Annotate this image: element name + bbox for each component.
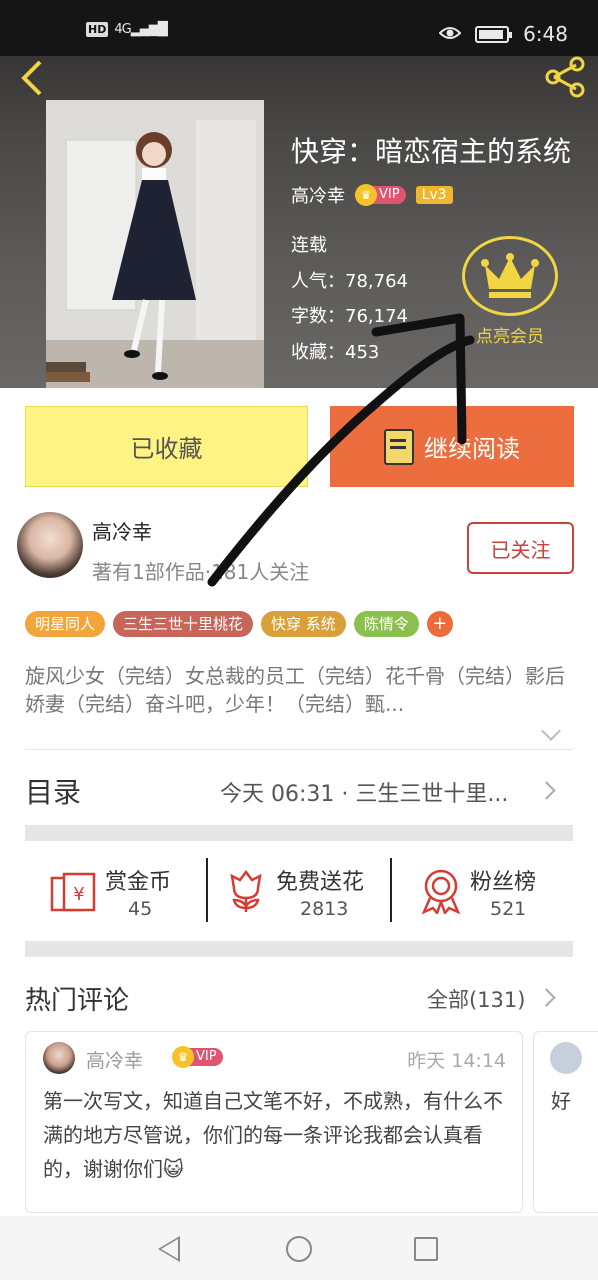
book-detail-content: 已收藏 继续阅读 高冷幸 著有1部作品·181人关注 已关注 明星同人 三生三世… [0, 388, 598, 1216]
book-title: 快穿：暗恋宿主的系统 [291, 135, 572, 168]
network-indicators: HD 4G▂▄▆█ [86, 22, 168, 37]
avatar[interactable] [550, 1042, 582, 1074]
crown-icon [481, 253, 539, 298]
add-tag-button[interactable]: + [426, 611, 453, 637]
section-separator [25, 941, 573, 957]
comment-text: 好 [551, 1089, 571, 1113]
activate-member-button[interactable]: 点亮会员 [460, 236, 560, 347]
tag-list: 明星同人 三生三世十里桃花 快穿 系统 陈情令 + [25, 611, 453, 637]
book-author[interactable]: 高冷幸 [291, 182, 345, 208]
comment-text: 第一次写文，知道自己文笔不好，不成熟，有什么不满的地方尽管说，你们的每一条评论我… [43, 1089, 503, 1181]
free-flower-button[interactable]: 免费送花 2813 [228, 858, 378, 922]
collected-button[interactable]: 已收藏 [25, 406, 308, 487]
chevron-left-icon [21, 60, 42, 96]
tag[interactable]: 明星同人 [25, 611, 106, 637]
chevron-right-icon[interactable] [537, 781, 556, 800]
author-name[interactable]: 高冷幸 [92, 516, 152, 545]
vip-badge: ♛ VIP [172, 1046, 223, 1068]
hot-comments-title: 热门评论 [25, 986, 130, 1016]
share-button[interactable] [542, 54, 588, 100]
comment-card[interactable]: 好 [533, 1031, 598, 1213]
follow-button[interactable]: 已关注 [467, 522, 574, 574]
svg-text:¥: ¥ [73, 884, 84, 905]
nav-recent-apps-button[interactable] [414, 1237, 438, 1261]
reward-coins-button[interactable]: ¥ 赏金币 45 [50, 858, 200, 922]
crown-icon: ♛ [355, 184, 377, 206]
book-stats: 连载 人气：78,764 字数：76,174 收藏：453 [291, 228, 408, 370]
book-status: 连载 [291, 235, 327, 256]
member-crown-circle [462, 236, 558, 316]
flower-icon [230, 869, 262, 912]
status-bar: HD 4G▂▄▆█ 6:48 [0, 0, 598, 56]
status-right: 6:48 [438, 22, 568, 46]
crown-icon: ♛ [172, 1046, 194, 1068]
clock: 6:48 [523, 22, 568, 46]
chevron-right-icon[interactable] [537, 988, 556, 1007]
comment-author[interactable]: 高冷幸 [86, 1046, 143, 1073]
author-avatar[interactable] [17, 512, 83, 578]
divider [25, 749, 573, 750]
level-badge: Lv3 [415, 186, 453, 204]
chevron-down-icon[interactable] [541, 721, 561, 741]
toc-latest-chapter[interactable]: 今天 06:31 · 三生三世十里... [220, 776, 525, 808]
all-comments-link[interactable]: 全部(131) [427, 984, 525, 1014]
fan-ranking-button[interactable]: 粉丝榜 521 [420, 858, 560, 922]
comment-card[interactable]: 高冷幸 ♛ VIP 昨天 14:14 第一次写文，知道自己文笔不好，不成熟，有什… [25, 1031, 523, 1213]
member-label: 点亮会员 [476, 327, 544, 347]
nav-back-button[interactable] [158, 1236, 180, 1262]
system-nav-bar [0, 1216, 598, 1280]
signal-icon: 4G▂▄▆█ [114, 22, 167, 37]
comment-time: 昨天 14:14 [407, 1050, 506, 1072]
author-meta: 著有1部作品·181人关注 [92, 560, 310, 584]
tag[interactable]: 快穿 系统 [261, 611, 346, 637]
popularity: 人气：78,764 [291, 270, 408, 292]
hd-icon: HD [86, 22, 109, 37]
nav-home-button[interactable] [286, 1236, 312, 1262]
eye-icon [438, 22, 462, 46]
battery-icon [475, 25, 513, 43]
continue-reading-button[interactable]: 继续阅读 [330, 406, 574, 487]
coin-envelope-icon: ¥ [50, 872, 96, 912]
book-cover-image[interactable] [46, 100, 264, 388]
toc-title[interactable]: 目录 [25, 771, 81, 811]
share-icon [545, 56, 585, 98]
back-button[interactable] [16, 58, 56, 98]
tag[interactable]: 陈情令 [353, 611, 419, 637]
medal-icon [421, 869, 461, 914]
section-separator [25, 825, 573, 841]
vip-badge: ♛ VIP [355, 184, 406, 206]
word-count: 字数：76,174 [291, 306, 408, 327]
book-header: HD 4G▂▄▆█ 6:48 快穿：暗恋宿主的系统 高冷幸 ♛ VIP Lv3 [0, 0, 598, 388]
vertical-divider [390, 858, 392, 922]
vertical-divider [206, 858, 208, 922]
book-icon [384, 428, 414, 465]
favorites-count: 收藏：453 [291, 341, 380, 363]
book-description: 旋风少女（完结）女总裁的员工（完结）花千骨（完结）影后娇妻（完结）奋斗吧，少年！… [25, 664, 565, 716]
book-author-row: 高冷幸 ♛ VIP Lv3 [291, 182, 453, 208]
tag[interactable]: 三生三世十里桃花 [113, 611, 254, 637]
avatar[interactable] [43, 1042, 75, 1074]
